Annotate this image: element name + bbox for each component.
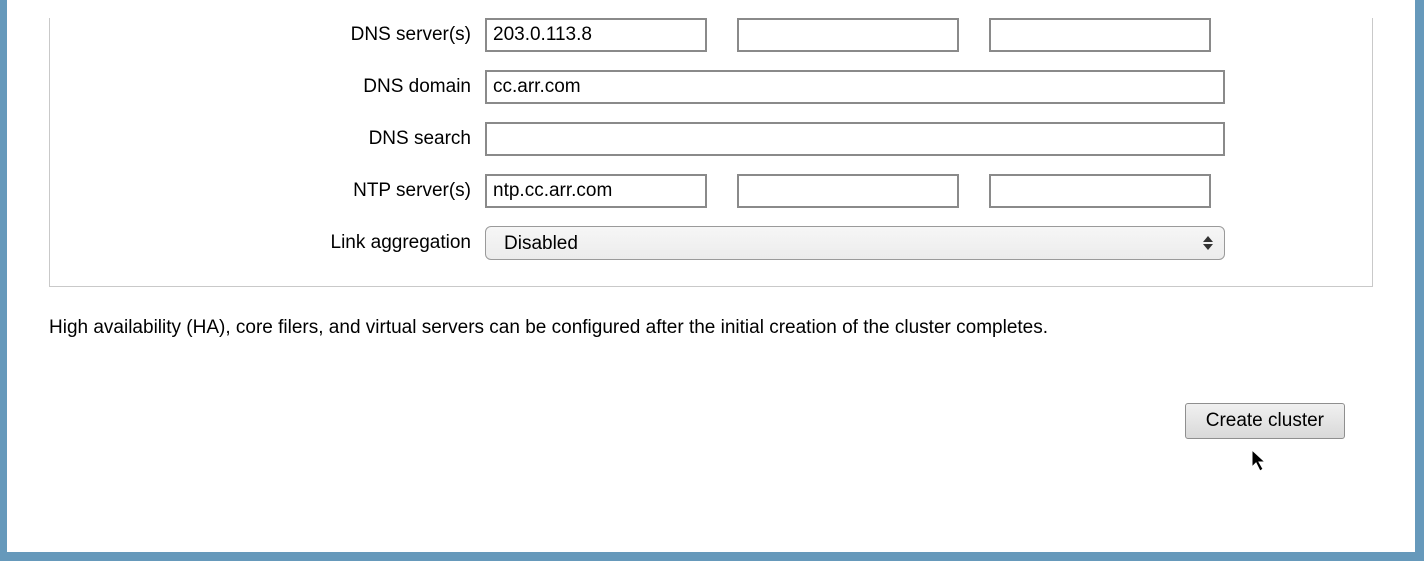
dns-domain-input[interactable] xyxy=(485,70,1225,104)
form-panel: DNS server(s) DNS domain DNS search NTP … xyxy=(49,18,1373,287)
label-ntp-servers: NTP server(s) xyxy=(70,180,485,202)
fields-ntp-servers xyxy=(485,174,1352,208)
label-dns-servers: DNS server(s) xyxy=(70,24,485,46)
row-dns-search: DNS search xyxy=(70,122,1352,156)
ntp-server-3-input[interactable] xyxy=(989,174,1211,208)
link-aggregation-select[interactable]: Disabled xyxy=(485,226,1225,260)
create-cluster-button[interactable]: Create cluster xyxy=(1185,403,1345,439)
dns-server-2-input[interactable] xyxy=(737,18,959,52)
row-ntp-servers: NTP server(s) xyxy=(70,174,1352,208)
cursor-icon xyxy=(1251,449,1269,478)
button-row: Create cluster xyxy=(49,403,1345,439)
ntp-server-1-input[interactable] xyxy=(485,174,707,208)
label-dns-domain: DNS domain xyxy=(70,76,485,98)
label-dns-search: DNS search xyxy=(70,128,485,150)
dns-server-3-input[interactable] xyxy=(989,18,1211,52)
fields-dns-domain xyxy=(485,70,1352,104)
row-dns-servers: DNS server(s) xyxy=(70,18,1352,52)
fields-link-aggregation: Disabled xyxy=(485,226,1352,260)
row-link-aggregation: Link aggregation Disabled xyxy=(70,226,1352,260)
dns-search-input[interactable] xyxy=(485,122,1225,156)
page: DNS server(s) DNS domain DNS search NTP … xyxy=(7,0,1415,552)
ntp-server-2-input[interactable] xyxy=(737,174,959,208)
fields-dns-servers xyxy=(485,18,1352,52)
info-note: High availability (HA), core filers, and… xyxy=(49,317,1373,339)
row-dns-domain: DNS domain xyxy=(70,70,1352,104)
label-link-aggregation: Link aggregation xyxy=(70,232,485,254)
fields-dns-search xyxy=(485,122,1352,156)
dns-server-1-input[interactable] xyxy=(485,18,707,52)
link-aggregation-select-wrap: Disabled xyxy=(485,226,1225,260)
